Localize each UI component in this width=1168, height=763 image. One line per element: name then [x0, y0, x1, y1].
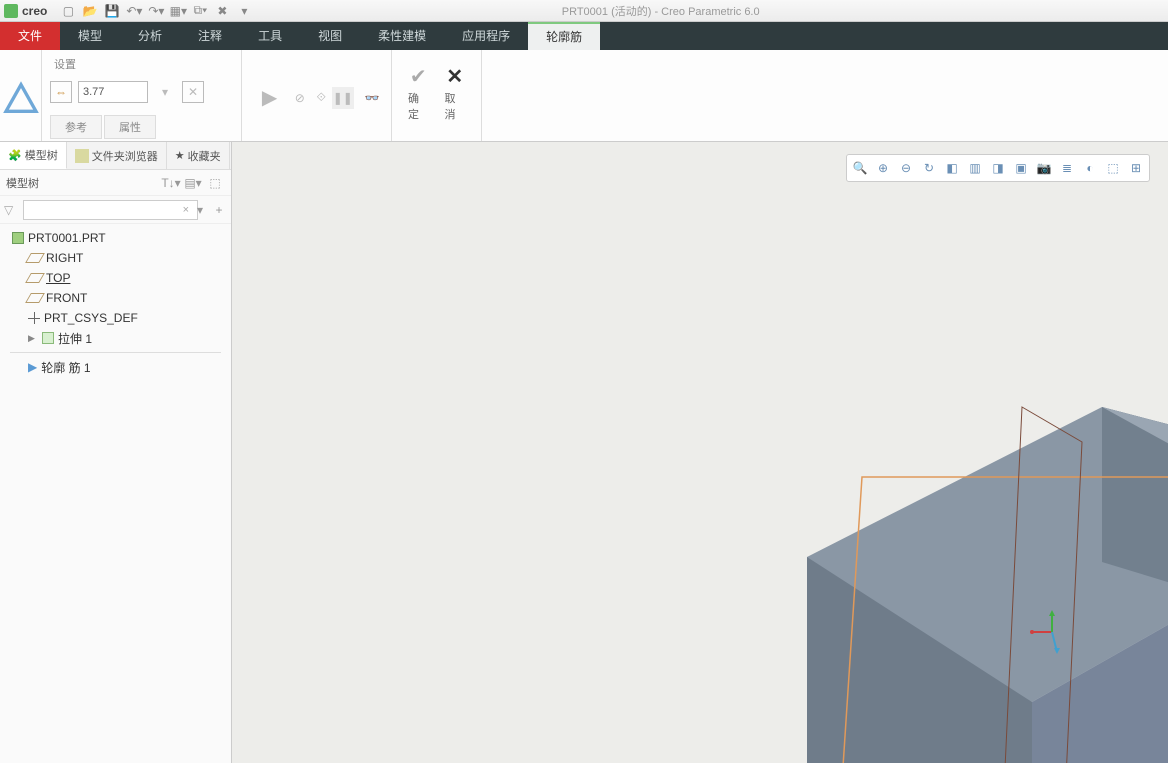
qat-save-icon[interactable]: 💾 [103, 2, 121, 20]
qat-close-icon[interactable]: ✖ [213, 2, 231, 20]
folder-icon [75, 149, 89, 163]
menu-view[interactable]: 视图 [300, 22, 360, 50]
tab-favorites-label: 收藏夹 [188, 148, 221, 164]
qat-undo-icon[interactable]: ↶▾ [125, 2, 143, 20]
tab-folderbrowser[interactable]: 文件夹浏览器 [67, 142, 167, 169]
insert-indicator [10, 352, 221, 353]
menu-flexmodel[interactable]: 柔性建模 [360, 22, 444, 50]
tab-modeltree[interactable]: 🧩 模型树 [0, 142, 67, 169]
tree-datum-top[interactable]: TOP [0, 268, 231, 288]
cancel-label: 取消 [445, 90, 466, 122]
attach-preview-icon[interactable]: ⟐ [311, 87, 332, 109]
model-solid [807, 407, 1168, 763]
app-brand: creo [22, 4, 47, 18]
plane-icon [25, 293, 45, 303]
check-icon: ✔ [410, 62, 427, 90]
tree-csys-label: PRT_CSYS_DEF [44, 311, 138, 325]
tab-favorites[interactable]: ★ 收藏夹 [167, 142, 230, 169]
app-icon [4, 4, 18, 18]
settings-group-label: 设置 [50, 54, 233, 72]
pause-preview-icon[interactable]: ❚❚ [332, 87, 353, 109]
3d-viewport[interactable]: 🔍 ⊕ ⊖ ↻ ◧ ▥ ◨ ▣ 📷 ≣ ◐ ⬚ ⊞ [232, 142, 1168, 763]
qat-regenerate-icon[interactable]: ▦▾ [169, 2, 187, 20]
qat-more-icon[interactable]: ▾ [235, 2, 253, 20]
no-preview-icon[interactable]: ⊘ [289, 87, 310, 109]
tree-datum-right[interactable]: RIGHT [0, 248, 231, 268]
tree-active-rib[interactable]: ▶ 轮廓 筋 1 [0, 357, 231, 377]
extrude-icon [42, 332, 54, 344]
tree-csys[interactable]: PRT_CSYS_DEF [0, 308, 231, 328]
tree-datum-front[interactable]: FRONT [0, 288, 231, 308]
panel-title: 模型树 [6, 175, 159, 191]
tree-extrude[interactable]: ▶ 拉伸 1 [0, 328, 231, 348]
tab-folderbrowser-label: 文件夹浏览器 [92, 148, 158, 164]
tree-root[interactable]: PRT0001.PRT [0, 228, 231, 248]
tree-active-rib-label: 轮廓 筋 1 [41, 359, 90, 376]
menu-file[interactable]: 文件 [0, 22, 60, 50]
ok-button[interactable]: ✔ 确定 [400, 58, 437, 126]
window-title: PRT0001 (活动的) - Creo Parametric 6.0 [253, 3, 1068, 19]
menu-model[interactable]: 模型 [60, 22, 120, 50]
thickness-dropdown-icon[interactable]: ▾ [154, 81, 176, 103]
menu-analysis[interactable]: 分析 [120, 22, 180, 50]
tree-datum-top-label: TOP [46, 271, 70, 285]
reference-tab[interactable]: 参考 [50, 115, 102, 139]
filter-dropdown-icon[interactable]: ▾ [192, 203, 208, 217]
qat-redo-icon[interactable]: ↷▾ [147, 2, 165, 20]
filter-add-icon[interactable]: + [211, 203, 227, 217]
star-icon: ★ [175, 149, 185, 162]
cancel-button[interactable]: ✕ 取消 [437, 58, 474, 126]
filter-funnel-icon[interactable]: ▽ [4, 203, 20, 217]
flip-direction-icon[interactable]: ✕ [182, 81, 204, 103]
tree-datum-right-label: RIGHT [46, 251, 83, 265]
x-icon: ✕ [446, 62, 463, 90]
tree-datum-front-label: FRONT [46, 291, 87, 305]
menu-application[interactable]: 应用程序 [444, 22, 528, 50]
expand-icon[interactable]: ▶ [28, 333, 38, 344]
glasses-preview-icon[interactable]: 👓 [362, 87, 383, 109]
menu-tools[interactable]: 工具 [240, 22, 300, 50]
play-preview-icon[interactable]: ▶ [250, 78, 289, 118]
filter-clear-icon[interactable]: × [183, 204, 189, 216]
rib-feature-icon[interactable] [1, 78, 41, 118]
qat-new-icon[interactable]: ▢ [59, 2, 77, 20]
tree-icon: 🧩 [8, 149, 22, 162]
property-tab[interactable]: 属性 [104, 115, 156, 139]
tree-filter-icon[interactable]: ⬚ [205, 173, 225, 193]
tab-modeltree-label: 模型树 [25, 147, 58, 163]
thickness-direction-icon[interactable]: ⇔ [50, 81, 72, 103]
filter-input[interactable] [23, 200, 198, 220]
tree-show-icon[interactable]: ▤▾ [183, 173, 203, 193]
part-icon [12, 232, 24, 244]
qat-windows-icon[interactable]: ⧉▾ [191, 2, 209, 20]
tree-extrude-label: 拉伸 1 [58, 330, 92, 347]
ok-label: 确定 [408, 90, 429, 122]
tree-root-label: PRT0001.PRT [28, 231, 106, 245]
plane-icon [25, 253, 45, 263]
plane-icon [25, 273, 45, 283]
tree-settings-icon[interactable]: T↓▾ [161, 173, 181, 193]
rib-feature-icon: ▶ [28, 360, 37, 374]
menu-annotate[interactable]: 注释 [180, 22, 240, 50]
csys-icon [28, 312, 40, 324]
qat-open-icon[interactable]: 📂 [81, 2, 99, 20]
menu-rib-tool[interactable]: 轮廓筋 [528, 22, 600, 50]
thickness-input[interactable] [78, 81, 148, 103]
